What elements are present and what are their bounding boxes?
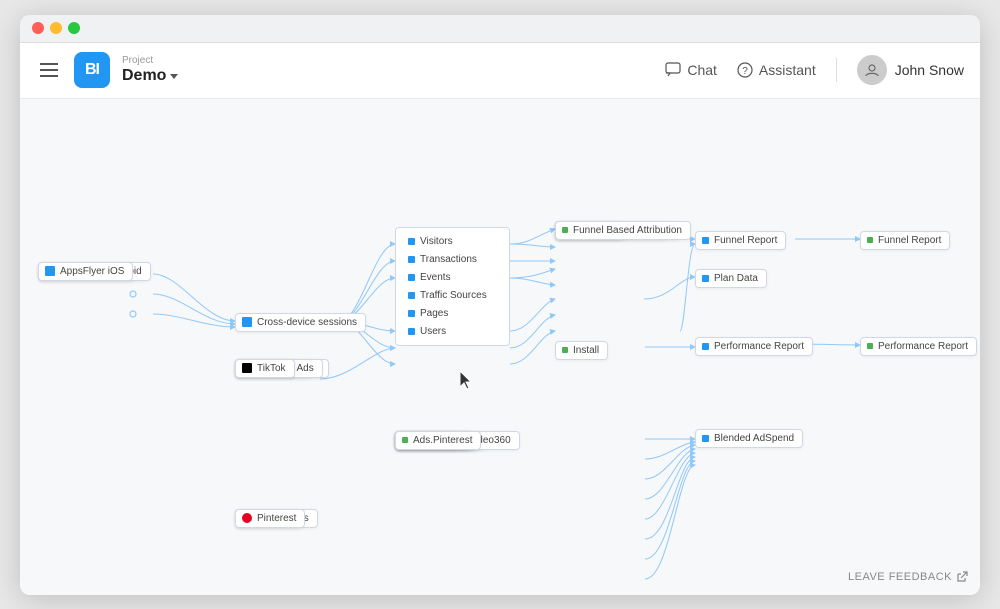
node-pinterest[interactable]: Pinterest (235, 509, 305, 528)
node-users[interactable]: Users (404, 324, 501, 339)
user-icon (864, 62, 880, 78)
assistant-button[interactable]: ? Assistant (737, 62, 816, 78)
center-group: Visitors Transactions Events Traffic Sou… (395, 227, 510, 346)
svg-text:?: ? (742, 66, 748, 77)
user-name: John Snow (895, 62, 964, 78)
nav-divider (836, 58, 837, 82)
close-button[interactable] (32, 22, 44, 34)
node-visitors[interactable]: Visitors (404, 234, 501, 249)
hamburger-menu[interactable] (36, 59, 62, 81)
node-blended-adspend[interactable]: Blended AdSpend (695, 429, 803, 448)
question-icon: ? (737, 62, 753, 78)
node-tiktok[interactable]: TikTok (235, 359, 295, 378)
traffic-lights (32, 22, 80, 34)
node-plan-data-right[interactable]: Plan Data (695, 269, 767, 288)
node-funnel-report-far[interactable]: Funnel Report (860, 231, 950, 250)
user-menu[interactable]: John Snow (857, 55, 964, 85)
titlebar (20, 15, 980, 43)
fullscreen-button[interactable] (68, 22, 80, 34)
node-transactions[interactable]: Transactions (404, 252, 501, 267)
node-pages[interactable]: Pages (404, 306, 501, 321)
project-dropdown-arrow (170, 74, 178, 79)
chat-icon (665, 62, 681, 78)
flow-connections (20, 99, 980, 595)
nav-actions: Chat ? Assistant John Snow (665, 55, 964, 85)
node-funnel-attr[interactable]: Funnel Based Attribution (555, 221, 691, 240)
project-name[interactable]: Demo (122, 67, 178, 85)
canvas-area: Events Intraday AppsFlyer Android AppsFl… (20, 99, 980, 595)
node-events[interactable]: Events (404, 270, 501, 285)
node-performance-report-far[interactable]: Performance Report (860, 337, 977, 356)
user-avatar (857, 55, 887, 85)
node-cross-device[interactable]: Cross-device sessions (235, 313, 366, 332)
feedback-button[interactable]: LEAVE FEEDBACK (848, 571, 968, 583)
chat-button[interactable]: Chat (665, 62, 717, 78)
node-appsflyer-ios[interactable]: AppsFlyer iOS (38, 262, 133, 281)
logo: BI (74, 52, 110, 88)
external-link-icon (956, 571, 968, 583)
node-funnel-report-mid[interactable]: Funnel Report (695, 231, 786, 250)
app-window: BI Project Demo Chat ? Ass (20, 15, 980, 595)
project-label: Project (122, 55, 178, 67)
node-install[interactable]: Install (555, 341, 608, 360)
navbar: BI Project Demo Chat ? Ass (20, 43, 980, 99)
minimize-button[interactable] (50, 22, 62, 34)
node-traffic-sources[interactable]: Traffic Sources (404, 288, 501, 303)
project-info: Project Demo (122, 55, 178, 85)
node-performance-report-mid[interactable]: Performance Report (695, 337, 813, 356)
node-ads-pinterest[interactable]: Ads.Pinterest (395, 431, 481, 450)
